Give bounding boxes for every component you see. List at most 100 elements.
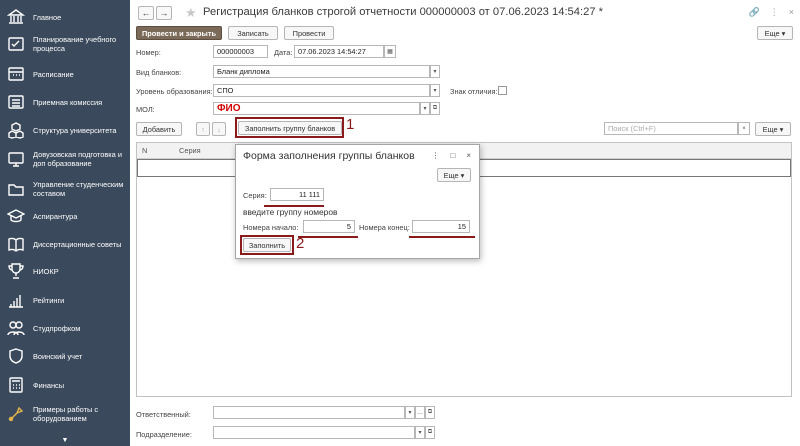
calculator-icon (7, 376, 25, 394)
sidebar-item-union[interactable]: Студпрофком (0, 314, 130, 342)
responsible-field[interactable] (213, 406, 405, 419)
mol-field[interactable]: ФИО (213, 102, 420, 115)
series-field[interactable]: 11 111 (270, 188, 324, 201)
dropdown-arrow-icon[interactable]: ▾ (430, 84, 440, 97)
building-icon (7, 8, 25, 26)
sidebar-item-pre-university[interactable]: Довузовская подготовка и доп образование (0, 145, 130, 173)
select-dots-icon[interactable]: … (415, 406, 425, 419)
sidebar-item-label: Расписание (33, 69, 74, 79)
sidebar-item-label: Аспирантура (33, 211, 78, 221)
graduation-cap-icon (7, 207, 25, 225)
open-link-icon[interactable]: ⧉ (425, 406, 435, 419)
annotation-number-1: 1 (346, 116, 355, 133)
sidebar-item-label: Главное (33, 12, 62, 22)
dropdown-arrow-icon[interactable]: ▾ (420, 102, 430, 115)
start-field[interactable]: 5 (303, 220, 355, 233)
sidebar-item-label: Примеры работы с оборудованием (33, 405, 99, 423)
sidebar-item-planning[interactable]: Планирование учебного процесса (0, 30, 130, 58)
chevron-down-icon[interactable]: ▼ (0, 434, 130, 446)
date-label: Дата: (274, 48, 293, 57)
department-label: Подразделение: (136, 430, 192, 439)
post-and-close-button[interactable]: Провести и закрыть (136, 26, 222, 40)
open-link-icon[interactable]: ⧉ (430, 102, 440, 115)
blank-type-label: Вид бланков: (136, 68, 182, 77)
menu-icon[interactable]: ⋮ (770, 7, 779, 18)
honors-checkbox[interactable] (498, 86, 507, 95)
more-button[interactable]: Еще ▾ (757, 26, 793, 40)
main-panel: ← → ★ Регистрация бланков строгой отчетн… (130, 0, 800, 446)
sidebar-item-ratings[interactable]: Рейтинги (0, 286, 130, 314)
sidebar-item-label: Рейтинги (33, 295, 65, 305)
sidebar-item-structure[interactable]: Структура университета (0, 116, 130, 144)
dialog-close-icon[interactable]: × (466, 151, 471, 160)
sidebar-item-label: Воинский учет (33, 351, 83, 361)
blank-type-field[interactable]: Бланк диплома (213, 65, 430, 78)
annotation-box-2 (240, 235, 294, 255)
dialog-menu-icon[interactable]: ⋮ (431, 151, 439, 160)
table-more-button[interactable]: Еще ▾ (755, 122, 791, 136)
forward-button[interactable]: → (156, 6, 172, 20)
close-icon[interactable]: × (789, 7, 794, 18)
edu-level-label: Уровень образования: (136, 87, 213, 96)
date-field[interactable]: 07.06.2023 14:54:27 (294, 45, 384, 58)
sidebar-item-finance[interactable]: Финансы (0, 371, 130, 399)
sidebar-item-label: Студпрофком (33, 323, 81, 333)
number-field[interactable]: 000000003 (213, 45, 268, 58)
link-icon[interactable]: 🔗 (749, 7, 760, 18)
sidebar: Главное Планирование учебного процесса Р… (0, 0, 130, 446)
sidebar-item-dissertation[interactable]: Диссертационные советы (0, 230, 130, 258)
save-button[interactable]: Записать (228, 26, 278, 40)
column-header-n: N (142, 146, 148, 155)
annotation-box-1 (235, 117, 344, 138)
annotation-underline-end (409, 236, 475, 238)
sidebar-item-label: Планирование учебного процесса (33, 35, 117, 53)
sidebar-item-research[interactable]: НИОКР (0, 257, 130, 285)
edu-level-field[interactable]: СПО (213, 84, 430, 97)
trophy-icon (7, 262, 25, 280)
sidebar-item-main[interactable]: Главное (0, 3, 130, 31)
sidebar-item-military[interactable]: Воинский учет (0, 342, 130, 370)
sidebar-item-admission[interactable]: Приемная комиссия (0, 88, 130, 116)
honors-label: Знак отличия: (450, 87, 498, 96)
clear-icon[interactable]: × (738, 122, 750, 135)
sidebar-item-students[interactable]: Управление студенческим составом (0, 175, 130, 203)
people-icon (7, 319, 25, 337)
favorite-star-icon[interactable]: ★ (185, 5, 197, 21)
structure-icon (7, 121, 25, 139)
sidebar-item-postgraduate[interactable]: Аспирантура (0, 202, 130, 230)
column-header-series: Серия (179, 146, 201, 155)
search-input[interactable]: Поиск (Ctrl+F) (604, 122, 738, 135)
maximize-icon[interactable]: □ (450, 151, 455, 160)
dropdown-arrow-icon[interactable]: ▾ (405, 406, 415, 419)
calendar-icon (7, 65, 25, 83)
number-label: Номер: (136, 48, 161, 57)
dropdown-arrow-icon[interactable]: ▾ (430, 65, 440, 78)
fill-group-dialog: Форма заполнения группы бланков ⋮ □ × Ещ… (235, 144, 480, 259)
sidebar-item-schedule[interactable]: Расписание (0, 60, 130, 88)
end-field[interactable]: 15 (412, 220, 470, 233)
back-button[interactable]: ← (138, 6, 154, 20)
responsible-label: Ответственный: (136, 410, 191, 419)
shield-icon (7, 347, 25, 365)
add-button[interactable]: Добавить (136, 122, 182, 136)
dialog-title: Форма заполнения группы бланков (243, 150, 415, 162)
list-icon (7, 93, 25, 111)
folder-icon (7, 180, 25, 198)
sidebar-item-label: Приемная комиссия (33, 97, 103, 107)
tools-icon (7, 405, 25, 423)
dialog-more-button[interactable]: Еще ▾ (437, 168, 471, 182)
dropdown-arrow-icon[interactable]: ▾ (415, 426, 425, 439)
sidebar-item-equipment[interactable]: Примеры работы с оборудованием (0, 400, 130, 428)
open-link-icon[interactable]: ⧉ (425, 426, 435, 439)
post-button[interactable]: Провести (284, 26, 334, 40)
sidebar-item-label: НИОКР (33, 266, 59, 276)
sidebar-item-label: Финансы (33, 380, 65, 390)
move-down-icon[interactable]: ↓ (212, 122, 226, 136)
calendar-picker-icon[interactable]: ▦ (384, 45, 396, 58)
bar-chart-icon (7, 291, 25, 309)
start-label: Номера начало: (243, 223, 299, 232)
department-field[interactable] (213, 426, 415, 439)
move-up-icon[interactable]: ↑ (196, 122, 210, 136)
page-title: Регистрация бланков строгой отчетности 0… (203, 6, 604, 18)
hint-text: введите группу номеров (243, 207, 338, 217)
